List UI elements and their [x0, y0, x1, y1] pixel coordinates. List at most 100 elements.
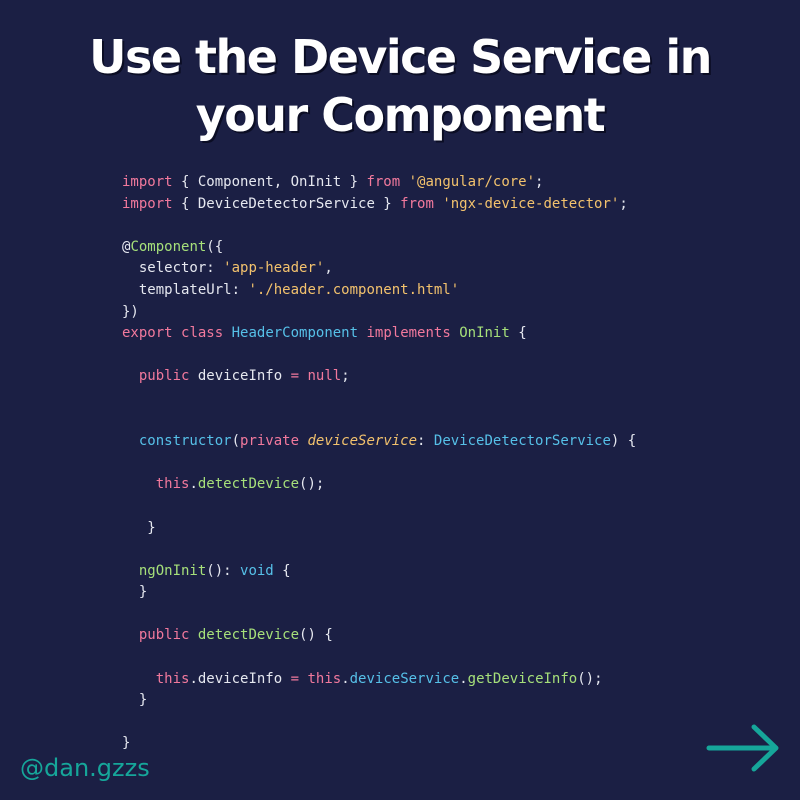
code-token: ) {	[610, 433, 637, 450]
code-token: import	[122, 195, 173, 212]
code-token: deviceInfo	[189, 368, 291, 385]
code-line: this.deviceInfo = this.deviceService.get…	[122, 669, 636, 691]
code-token: OnInit	[459, 325, 510, 342]
code-token: =	[290, 670, 300, 687]
code-token: =	[290, 368, 300, 385]
code-token: () {	[299, 627, 333, 644]
arrow-right-icon[interactable]	[706, 722, 782, 774]
code-token: this	[155, 476, 190, 493]
code-token: from	[400, 195, 434, 212]
title-line-1: Use the Device Service in	[89, 30, 712, 84]
code-token: {	[273, 562, 291, 579]
code-line: import { Component, OnInit } from '@angu…	[122, 172, 636, 194]
code-token: '@angular/core'	[408, 174, 536, 190]
code-token: ({	[206, 238, 224, 255]
code-line: ngOnInit(): void {	[122, 561, 636, 583]
code-token: detectDevice	[197, 627, 300, 644]
page-title: Use the Device Service in your Component	[0, 28, 800, 144]
code-line: }	[122, 518, 636, 540]
code-token: deviceService	[307, 433, 418, 450]
code-block: import { Component, OnInit } from '@angu…	[122, 172, 636, 755]
code-token: { Component, OnInit }	[172, 174, 367, 190]
code-token: }	[122, 692, 148, 709]
code-token: public	[138, 627, 190, 644]
code-line: selector: 'app-header',	[122, 258, 636, 280]
author-handle: @dan.gzzs	[20, 754, 150, 782]
code-line: constructor(private deviceService: Devic…	[122, 431, 636, 453]
code-token: deviceService	[349, 670, 460, 687]
code-token: .	[459, 670, 468, 687]
code-token: ;	[535, 174, 544, 190]
code-token: export	[122, 325, 173, 342]
code-line: templateUrl: './header.component.html'	[122, 280, 636, 302]
code-token: }	[122, 584, 148, 601]
code-token: (	[231, 433, 241, 450]
code-line: this.detectDevice();	[122, 474, 636, 496]
code-token: })	[122, 303, 139, 320]
title-line-2: your Component	[195, 88, 606, 142]
code-token: }	[122, 735, 131, 752]
code-token: from	[366, 174, 401, 190]
code-token: DeviceDetectorService	[433, 433, 611, 450]
code-line: }	[122, 733, 636, 755]
code-line: }	[122, 582, 636, 604]
code-token: selector:	[122, 260, 224, 277]
code-token: templateUrl:	[122, 281, 249, 298]
code-line: })	[122, 302, 636, 324]
code-token: detectDevice	[197, 476, 300, 493]
code-token: 'app-header'	[223, 260, 325, 277]
code-token: public	[138, 368, 190, 385]
code-token: ;	[619, 195, 628, 212]
code-token: ();	[299, 476, 325, 493]
code-line: export class HeaderComponent implements …	[122, 323, 636, 345]
code-token: getDeviceInfo	[467, 670, 578, 687]
code-token: :	[417, 433, 434, 450]
code-line: }	[122, 690, 636, 712]
code-token: 'ngx-device-detector'	[442, 195, 620, 212]
code-token: private	[240, 433, 300, 450]
code-token: {	[509, 325, 527, 342]
code-token: }	[122, 519, 156, 536]
code-token: .	[341, 670, 350, 687]
code-token: void	[240, 562, 274, 579]
code-token: this	[155, 670, 190, 687]
code-token: this	[307, 670, 342, 687]
code-token: ():	[206, 562, 241, 579]
code-token: constructor	[138, 433, 232, 450]
code-line: public detectDevice() {	[122, 625, 636, 647]
code-line: @Component({	[122, 237, 636, 259]
code-token: HeaderComponent	[231, 325, 359, 342]
code-token: ();	[577, 670, 603, 687]
code-token: implements	[366, 325, 451, 342]
code-token: .	[189, 476, 198, 493]
code-token: './header.component.html'	[248, 281, 460, 298]
code-token: null	[307, 368, 342, 385]
code-token: ngOnInit	[138, 562, 207, 579]
code-token: import	[122, 174, 173, 190]
code-token: ,	[324, 260, 333, 277]
code-line: import { DeviceDetectorService } from 'n…	[122, 194, 636, 216]
code-token: ;	[341, 368, 350, 385]
code-token: Component	[130, 238, 207, 255]
